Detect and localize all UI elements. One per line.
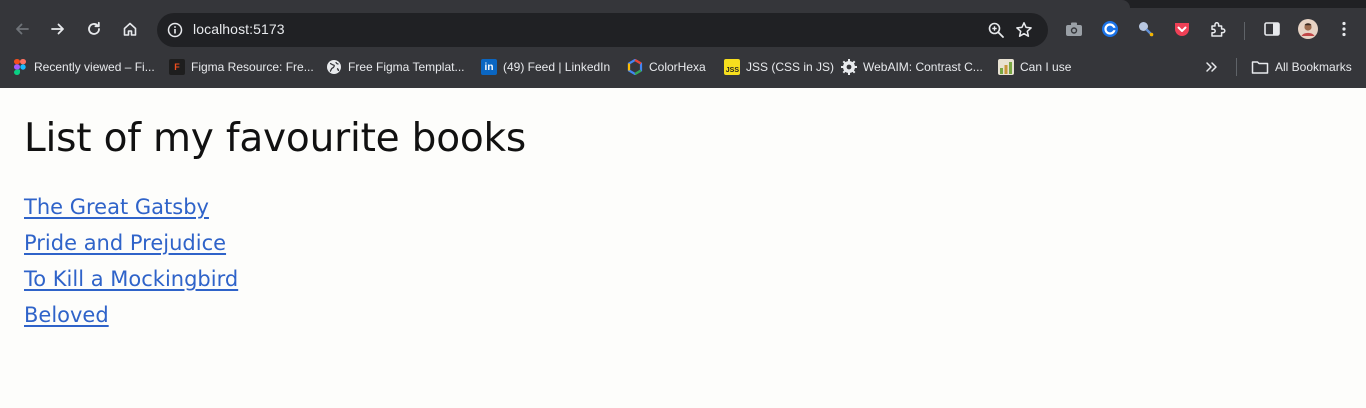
- page-content: List of my favourite books The Great Gat…: [0, 88, 1366, 408]
- colorzilla-extension-icon[interactable]: [1100, 19, 1120, 39]
- bookmark-item[interactable]: Free Figma Templat...: [326, 57, 464, 77]
- list-item: The Great Gatsby: [24, 195, 238, 231]
- address-text[interactable]: localhost:5173: [193, 21, 285, 37]
- bookmark-item[interactable]: Recently viewed – Fi...: [12, 57, 155, 77]
- list-item: Beloved: [24, 303, 238, 339]
- arrow-left-icon: [16, 23, 29, 35]
- zoom-icon[interactable]: [984, 18, 1008, 42]
- bookmark-label: ColorHexa: [649, 60, 706, 74]
- caniuse-icon: [998, 59, 1014, 75]
- bookmark-item[interactable]: Can I use: [998, 57, 1071, 77]
- chevron-double-right-icon: [1206, 62, 1217, 72]
- active-tab[interactable]: [0, 0, 1130, 8]
- bookmark-item[interactable]: JSS JSS (CSS in JS): [724, 57, 834, 77]
- pocket-extension-icon[interactable]: [1172, 19, 1192, 39]
- book-link[interactable]: Pride and Prejudice: [24, 231, 226, 255]
- bookmark-label: Free Figma Templat...: [348, 60, 465, 74]
- book-link[interactable]: Beloved: [24, 303, 109, 327]
- page-title: List of my favourite books: [24, 116, 527, 161]
- bookmarks-divider: [1236, 58, 1237, 76]
- bookmark-item[interactable]: ColorHexa: [627, 57, 706, 77]
- more-menu-icon[interactable]: [1334, 19, 1354, 39]
- browser-toolbar: localhost:5173: [0, 8, 1366, 50]
- home-button[interactable]: [115, 14, 145, 44]
- linkedin-icon: in: [481, 59, 497, 75]
- all-bookmarks-label: All Bookmarks: [1275, 60, 1352, 74]
- figma-icon: [12, 59, 28, 75]
- bookmark-item[interactable]: F Figma Resource: Fre...: [169, 57, 314, 77]
- bookmark-item[interactable]: WebAIM: Contrast C...: [841, 57, 983, 77]
- bookmark-label: Figma Resource: Fre...: [191, 60, 314, 74]
- book-link[interactable]: The Great Gatsby: [24, 195, 209, 219]
- folder-icon: [1251, 61, 1269, 74]
- bookmark-label: WebAIM: Contrast C...: [863, 60, 983, 74]
- browser-chrome: localhost:5173 Recently viewed – Fi... F…: [0, 0, 1366, 88]
- list-item: Pride and Prejudice: [24, 231, 238, 267]
- arrow-right-icon: [51, 23, 64, 35]
- camera-extension-icon[interactable]: [1064, 19, 1084, 39]
- book-link[interactable]: To Kill a Mockingbird: [24, 267, 238, 291]
- more-bookmarks-button[interactable]: [1204, 57, 1218, 77]
- forward-button[interactable]: [43, 14, 73, 44]
- extensions-puzzle-icon[interactable]: [1208, 19, 1228, 39]
- reload-icon: [88, 21, 100, 35]
- list-item: To Kill a Mockingbird: [24, 267, 238, 303]
- bookmark-label: Recently viewed – Fi...: [34, 60, 155, 74]
- profile-avatar[interactable]: [1298, 19, 1318, 39]
- bookmark-label: (49) Feed | LinkedIn: [503, 60, 611, 74]
- figma-resource-icon: F: [169, 59, 185, 75]
- toolbar-divider: [1244, 22, 1245, 40]
- reload-button[interactable]: [79, 14, 109, 44]
- bookmark-label: Can I use: [1020, 60, 1072, 74]
- webaim-icon: [841, 59, 857, 75]
- site-info-icon[interactable]: [163, 18, 187, 42]
- back-button[interactable]: [7, 14, 37, 44]
- jss-icon: JSS: [724, 59, 740, 75]
- eyedropper-extension-icon[interactable]: [1136, 19, 1156, 39]
- colorhexa-icon: [627, 59, 643, 75]
- home-icon: [123, 22, 137, 36]
- bookmark-label: JSS (CSS in JS): [746, 60, 835, 74]
- address-bar[interactable]: localhost:5173: [157, 13, 1048, 47]
- bookmark-star-icon[interactable]: [1012, 18, 1036, 42]
- side-panel-icon[interactable]: [1262, 19, 1282, 39]
- globe-icon: [326, 59, 342, 75]
- all-bookmarks-button[interactable]: All Bookmarks: [1251, 57, 1352, 77]
- book-list: The Great Gatsby Pride and Prejudice To …: [24, 195, 238, 339]
- bookmark-item[interactable]: in (49) Feed | LinkedIn: [481, 57, 610, 77]
- bookmarks-bar: Recently viewed – Fi... F Figma Resource…: [0, 50, 1366, 84]
